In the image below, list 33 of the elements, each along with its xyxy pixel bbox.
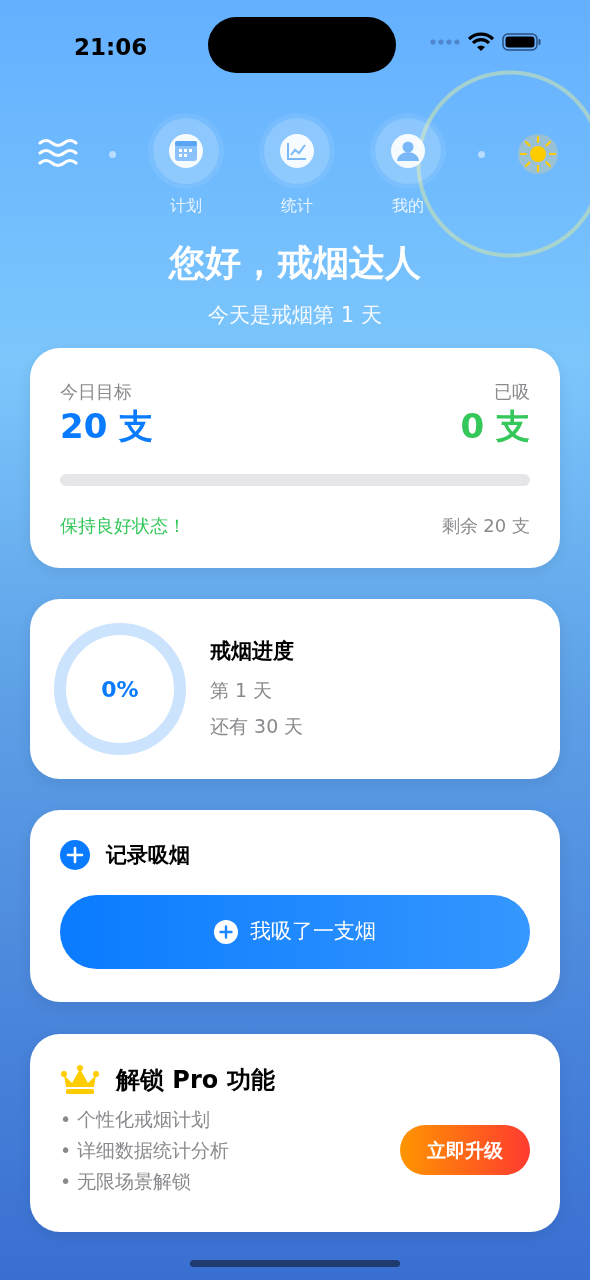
days-left: 还有 30 天 <box>210 714 304 740</box>
dot <box>108 151 116 158</box>
feature-item: • 无限场景解锁 <box>60 1168 193 1194</box>
plus-icon <box>60 840 90 871</box>
smoked-value: 0 支 <box>460 404 530 448</box>
calendar-icon <box>169 134 204 168</box>
wifi-icon <box>468 32 494 52</box>
status-message: 保持良好状态！ <box>60 513 186 538</box>
progress-percent: 0% <box>101 676 139 702</box>
record-button[interactable]: 我吸了一支烟 <box>60 895 530 969</box>
status-time: 21:06 <box>74 33 149 62</box>
signal-icon <box>430 39 460 45</box>
feature-item: • 个性化戒烟计划 <box>60 1106 212 1132</box>
chart-icon <box>279 134 314 168</box>
plus-icon <box>214 920 238 944</box>
goal-value: 20 支 <box>60 404 154 448</box>
pro-title: 解锁 Pro 功能 <box>116 1064 275 1096</box>
record-title: 记录吸烟 <box>106 841 190 869</box>
feature-item: • 详细数据统计分析 <box>60 1137 230 1163</box>
greeting-subtitle: 今天是戒烟第 1 天 <box>207 302 383 329</box>
goal-label: 今日目标 <box>60 379 132 404</box>
progress-title: 戒烟进度 <box>210 638 295 666</box>
dot <box>478 151 486 158</box>
greeting-title: 您好，戒烟达人 <box>167 241 422 285</box>
menu-icon[interactable] <box>38 138 78 168</box>
sun-icon[interactable] <box>515 132 560 176</box>
remaining-count: 剩余 20 支 <box>441 513 530 538</box>
smoked-label: 已吸 <box>494 379 530 404</box>
person-icon <box>390 134 425 168</box>
battery-icon <box>502 32 542 52</box>
day-count: 第 1 天 <box>210 677 274 703</box>
crown-icon <box>60 1064 100 1095</box>
upgrade-button[interactable]: 立即升级 <box>400 1125 530 1175</box>
